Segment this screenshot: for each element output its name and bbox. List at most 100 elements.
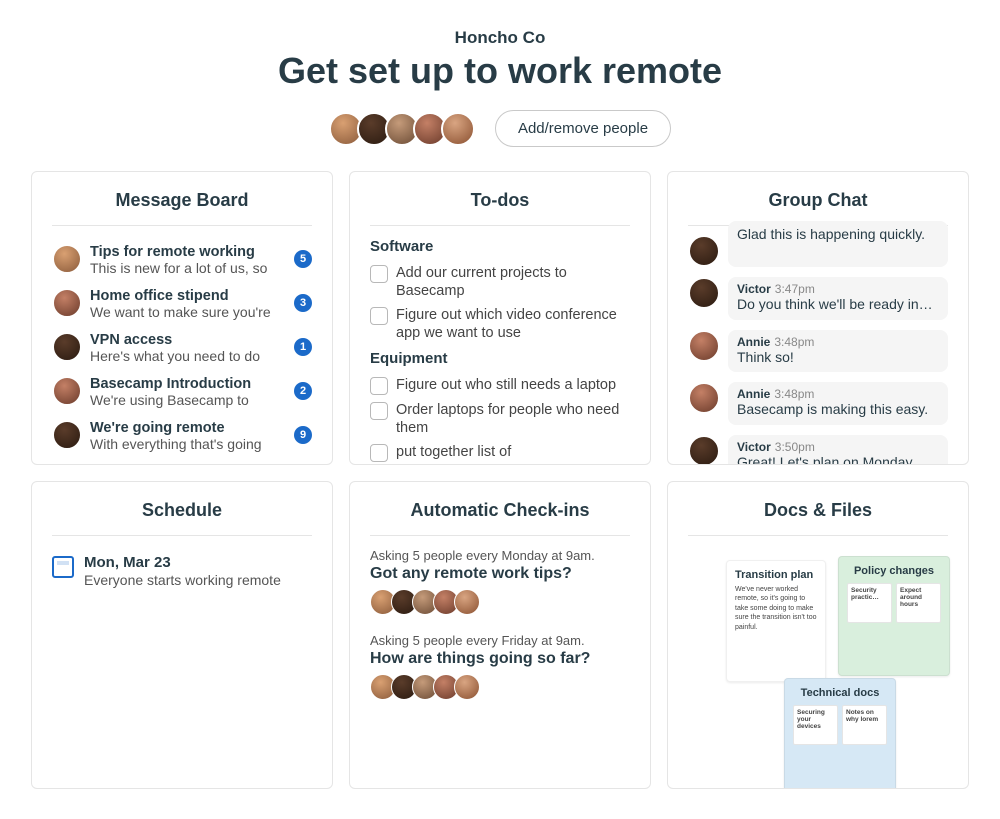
message-preview: This is new for a lot of us, so xyxy=(90,260,290,276)
avatar xyxy=(688,435,720,466)
chat-text: Do you think we'll be ready in… xyxy=(737,296,939,314)
card-title: Message Board xyxy=(52,190,312,226)
todo-label: Figure out which video conference app we… xyxy=(396,306,630,342)
avatar xyxy=(52,420,82,450)
card-docs-files[interactable]: Docs & Files Transition plan We've never… xyxy=(667,481,969,789)
chat-author: Victor xyxy=(737,282,771,296)
checkbox-icon[interactable] xyxy=(370,444,388,462)
avatar xyxy=(454,589,480,615)
message-item[interactable]: Basecamp IntroductionWe're using Basecam… xyxy=(52,370,312,414)
todo-label: Add our current projects to Basecamp xyxy=(396,264,630,300)
doc-title: Policy changes xyxy=(847,565,941,577)
todo-label: Order laptops for people who need them xyxy=(396,401,630,437)
avatar xyxy=(52,244,82,274)
doc-title: Technical docs xyxy=(793,687,887,699)
message-item[interactable]: Tips for remote workingThis is new for a… xyxy=(52,238,312,282)
checkin-frequency: Asking 5 people every Friday at 9am. xyxy=(370,633,630,648)
checkbox-icon[interactable] xyxy=(370,307,388,325)
todo-group-title[interactable]: Equipment xyxy=(370,350,630,367)
company-name: Honcho Co xyxy=(0,28,1000,48)
todo-item[interactable]: Figure out which video conference app we… xyxy=(370,303,630,345)
avatar[interactable] xyxy=(441,112,475,146)
card-title: Automatic Check-ins xyxy=(370,500,630,536)
avatar xyxy=(688,330,720,362)
people-avatar-stack[interactable] xyxy=(329,112,475,146)
chat-bubble: Victor 3:47pmDo you think we'll be ready … xyxy=(728,277,948,320)
card-todos[interactable]: To-dos Software Add our current projects … xyxy=(349,171,651,465)
doc-chip: Security practic… xyxy=(847,583,892,623)
message-title: VPN access xyxy=(90,332,290,348)
doc-item[interactable]: Technical docs Securing your devices Not… xyxy=(784,678,896,789)
card-schedule[interactable]: Schedule Mon, Mar 23 Everyone starts wor… xyxy=(31,481,333,789)
doc-chip: Notes on why lorem xyxy=(842,705,887,745)
unread-badge: 9 xyxy=(294,426,312,444)
checkbox-icon[interactable] xyxy=(370,377,388,395)
unread-badge: 5 xyxy=(294,250,312,268)
doc-item[interactable]: Transition plan We've never worked remot… xyxy=(726,560,826,682)
chat-message[interactable]: Annie 3:48pmBasecamp is making this easy. xyxy=(688,377,948,430)
avatar xyxy=(52,376,82,406)
chat-bubble: Victor 3:50pmGreat! Let's plan on Monday… xyxy=(728,435,948,466)
chat-author: Annie xyxy=(737,387,770,401)
checkin-question: Got any remote work tips? xyxy=(370,565,630,583)
schedule-desc: Everyone starts working remote xyxy=(84,571,281,589)
chat-time: 3:48pm xyxy=(774,387,814,401)
todo-label: Figure out who still needs a laptop xyxy=(396,376,616,394)
card-title: Docs & Files xyxy=(688,500,948,536)
page-title: Get set up to work remote xyxy=(0,50,1000,92)
doc-body: We've never worked remote, so it's going… xyxy=(735,585,817,632)
message-title: We're going remote xyxy=(90,420,290,436)
message-preview: With everything that's going xyxy=(90,436,290,452)
chat-author: Annie xyxy=(737,335,770,349)
checkbox-icon[interactable] xyxy=(370,265,388,283)
card-message-board[interactable]: Message Board Tips for remote workingThi… xyxy=(31,171,333,465)
chat-text: Glad this is happening quickly. xyxy=(737,226,939,244)
avatar xyxy=(52,332,82,362)
chat-text: Great! Let's plan on Monday… xyxy=(737,454,939,466)
message-preview: We want to make sure you're xyxy=(90,304,290,320)
todo-item[interactable]: Figure out who still needs a laptop xyxy=(370,373,630,398)
chat-message[interactable]: Victor 3:50pmGreat! Let's plan on Monday… xyxy=(688,430,948,466)
message-preview: Here's what you need to do xyxy=(90,348,290,364)
message-item[interactable]: Home office stipendWe want to make sure … xyxy=(52,282,312,326)
chat-message[interactable]: Annie3:48pmThink so! xyxy=(688,325,948,378)
card-title: To-dos xyxy=(370,190,630,226)
checkin-frequency: Asking 5 people every Monday at 9am. xyxy=(370,548,630,563)
calendar-icon xyxy=(52,556,74,578)
add-remove-people-button[interactable]: Add/remove people xyxy=(495,110,671,147)
message-item[interactable]: VPN accessHere's what you need to do1 xyxy=(52,326,312,370)
message-item[interactable]: We're going remoteWith everything that's… xyxy=(52,414,312,458)
people-avatar-stack xyxy=(370,589,630,615)
todo-label: put together list of xyxy=(396,443,511,461)
chat-bubble: Annie3:48pmThink so! xyxy=(728,330,948,373)
todo-item[interactable]: Order laptops for people who need them xyxy=(370,398,630,440)
people-avatar-stack xyxy=(370,674,630,700)
unread-badge: 1 xyxy=(294,338,312,356)
todo-item[interactable]: put together list of xyxy=(370,440,630,465)
avatar xyxy=(688,235,720,267)
chat-bubble: Glad this is happening quickly. xyxy=(728,221,948,267)
unread-badge: 2 xyxy=(294,382,312,400)
todo-group-title[interactable]: Software xyxy=(370,238,630,255)
schedule-date: Mon, Mar 23 xyxy=(84,554,281,571)
chat-author: Victor xyxy=(737,440,771,454)
chat-message[interactable]: Victor 3:47pmDo you think we'll be ready … xyxy=(688,272,948,325)
avatar xyxy=(688,277,720,309)
doc-chip: Securing your devices xyxy=(793,705,838,745)
card-checkins[interactable]: Automatic Check-ins Asking 5 people ever… xyxy=(349,481,651,789)
chat-text: Basecamp is making this easy. xyxy=(737,401,939,419)
avatar xyxy=(688,382,720,414)
unread-badge: 3 xyxy=(294,294,312,312)
doc-chip: Expect around hours xyxy=(896,583,941,623)
doc-item[interactable]: Policy changes Security practic… Expect … xyxy=(838,556,950,676)
chat-message[interactable]: Glad this is happening quickly. xyxy=(688,216,948,272)
checkin-item[interactable]: Asking 5 people every Monday at 9am. Got … xyxy=(370,548,630,615)
chat-time: 3:50pm xyxy=(775,440,815,454)
todo-item[interactable]: Add our current projects to Basecamp xyxy=(370,261,630,303)
message-title: Basecamp Introduction xyxy=(90,376,290,392)
chat-time: 3:47pm xyxy=(775,282,815,296)
schedule-item[interactable]: Mon, Mar 23 Everyone starts working remo… xyxy=(52,548,312,589)
checkin-item[interactable]: Asking 5 people every Friday at 9am.How … xyxy=(370,633,630,700)
checkbox-icon[interactable] xyxy=(370,402,388,420)
card-group-chat[interactable]: Group Chat Glad this is happening quickl… xyxy=(667,171,969,465)
